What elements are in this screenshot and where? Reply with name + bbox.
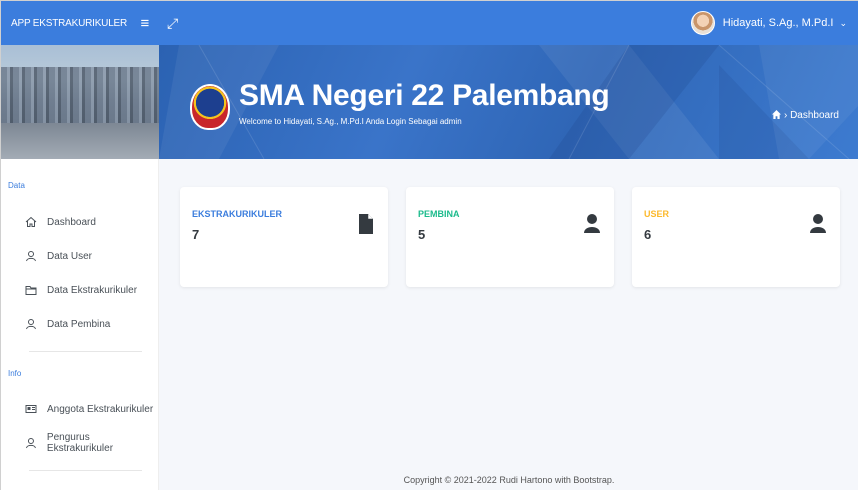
user-icon (26, 251, 36, 262)
sidebar-item-label: Data Ekstrakurikuler (47, 284, 138, 296)
breadcrumb-label: › Dashboard (783, 110, 839, 121)
sidebar-item-anggota-ekstrakurikuler[interactable]: Anggota Ekstrakurikuler (1, 392, 158, 426)
id-card-icon (25, 405, 37, 413)
folder-icon (25, 286, 37, 295)
sidebar-item-label: Pengurus Ekstrakurikuler (46, 432, 114, 454)
sidebar-item-data-user[interactable]: Data User (1, 239, 158, 273)
user-icon (810, 214, 826, 233)
sidebar-section-info: Info (8, 369, 22, 378)
sidebar-divider (29, 470, 142, 471)
stat-card-ekstrakurikuler[interactable]: EKSTRAKURIKULER 7 (180, 187, 388, 287)
sidebar-item-pengurus-ekstrakurikuler[interactable]: Pengurus Ekstrakurikuler (1, 426, 158, 460)
app-brand: APP EKSTRAKURIKULER ≡ (1, 1, 159, 45)
sidebar-item-label: Anggota Ekstrakurikuler (47, 403, 154, 415)
school-name: SMA Negeri 22 Palembang (239, 79, 610, 112)
sidebar: Data Dashboard Data User Data Ekstrakuri… (1, 159, 159, 490)
footer-copyright: Copyright © 2021-2022 Rudi Hartono with … (403, 475, 615, 485)
chevron-down-icon: ⌄ (839, 17, 847, 28)
user-icon (26, 319, 36, 330)
stat-card-pembina[interactable]: PEMBINA 5 (406, 187, 614, 287)
fullscreen-icon[interactable]: ⤢ (167, 15, 178, 32)
avatar (690, 11, 715, 35)
card-title: EKSTRAKURIKULER (192, 209, 282, 219)
header-banner: SMA Negeri 22 Palembang Welcome to Hiday… (159, 45, 858, 159)
school-logo (190, 84, 230, 130)
user-icon (25, 438, 36, 449)
sidebar-item-dashboard[interactable]: Dashboard (1, 205, 158, 239)
user-menu[interactable]: Hidayati, S.Ag., M.Pd.I ⌄ (690, 1, 847, 45)
home-icon (772, 110, 782, 119)
app-title[interactable]: APP EKSTRAKURIKULER (11, 18, 127, 29)
top-navbar: APP EKSTRAKURIKULER ≡ ⤢ Hidayati, S.Ag.,… (1, 1, 858, 45)
sidebar-item-label: Data User (47, 250, 93, 262)
user-icon (584, 214, 600, 233)
school-photo (1, 45, 159, 159)
sidebar-item-data-ekstrakurikuler[interactable]: Data Ekstrakurikuler (1, 273, 158, 307)
sidebar-section-data: Data (8, 181, 25, 190)
main-content: EKSTRAKURIKULER 7 PEMBINA 5 USER 6 (159, 159, 858, 490)
card-title: PEMBINA (418, 209, 460, 219)
user-name: Hidayati, S.Ag., M.Pd.I (722, 17, 834, 29)
stat-card-user[interactable]: USER 6 (632, 187, 840, 287)
card-value: 6 (644, 227, 652, 242)
sidebar-item-label: Dashboard (47, 216, 96, 228)
breadcrumb[interactable]: › Dashboard (772, 110, 839, 121)
welcome-text: Welcome to Hidayati, S.Ag., M.Pd.I Anda … (239, 117, 462, 126)
card-value: 7 (192, 227, 200, 242)
card-title: USER (644, 209, 670, 219)
hamburger-menu-icon[interactable]: ≡ (140, 15, 149, 32)
sidebar-item-data-pembina[interactable]: Data Pembina (1, 307, 158, 341)
card-value: 5 (418, 227, 426, 242)
file-icon (359, 214, 373, 234)
sidebar-item-label: Data Pembina (47, 318, 111, 330)
home-icon (25, 216, 37, 227)
